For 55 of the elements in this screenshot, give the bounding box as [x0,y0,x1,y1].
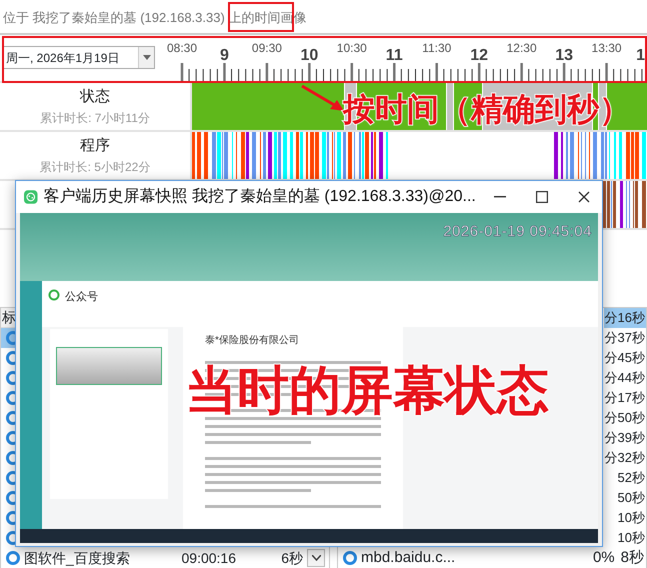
caret-icon [142,55,150,60]
table-cell[interactable]: 10秒 [616,528,646,548]
page-caption: 位于 我挖了秦始皇的墓 (192.168.3.33) 上的时间画像 [0,0,647,35]
date-dropdown[interactable]: 周一, 2026年1月19日 [2,46,155,69]
table-row[interactable]: mbd.baidu.c... 0% 8秒 [338,548,646,568]
time-label: 1 [636,47,645,64]
table-cell[interactable]: 10秒 [616,508,646,528]
table-cell[interactable]: 分44秒 [604,368,646,388]
table-cell[interactable]: 分16秒 [604,308,646,328]
table-cell[interactable]: 分37秒 [604,328,646,348]
table-cell[interactable]: 50秒 [616,488,646,508]
table-cell[interactable]: 分39秒 [604,428,646,448]
time-label: 12:30 [506,41,537,55]
app-icon [24,188,38,206]
timestamp: 2026-01-19 09:45:04 [443,222,592,242]
account-label: 公众号 [65,290,98,305]
table-cell[interactable]: 分50秒 [604,408,646,428]
app-icon [6,551,20,565]
annotation-text: 当时的屏幕状态 [185,365,549,417]
table-cell-text: 6秒 [281,548,303,568]
table-cell-text: 图软件_百度搜索 [24,548,131,568]
track-total: 累计时长: 7小时11分 [40,110,150,127]
time-label: 10:30 [336,41,367,55]
highlight-frame [228,2,294,32]
time-label: 11 [386,47,403,64]
table-cell[interactable]: 52秒 [616,468,646,488]
time-label: 13:30 [592,41,622,55]
table-cell[interactable]: 分17秒 [604,388,646,408]
table-cell-text: 8秒 [620,548,645,568]
time-label: 10 [300,47,318,64]
close-icon [578,191,590,203]
table-cell[interactable]: 分45秒 [604,348,646,368]
track-total: 累计时长: 5小时22分 [40,158,150,176]
site-icon [343,551,357,565]
table-cell-text: mbd.baidu.c... [361,548,456,568]
track-title: 状态 [80,87,110,108]
time-label: 13 [555,47,573,64]
table-cell-text: 09:00:16 [180,548,237,568]
table-cell[interactable]: 分32秒 [604,448,646,468]
window-title: 客户端历史屏幕快照 我挖了秦始皇的墓 (192.168.3.33)@20... [44,186,476,207]
maximize-icon [536,191,548,203]
time-label: 9 [220,47,229,64]
time-label: 11:30 [422,41,452,55]
article-title: 泰*保险股份有限公司 [205,334,300,348]
table-row[interactable]: 图软件_百度搜索 09:00:16 6秒 [1,548,329,568]
time-label: 12 [470,47,488,64]
table-cell-text: 0% [592,548,616,568]
column-header: 标 [1,308,16,328]
track-title: 程序 [80,136,110,156]
minimize-icon [494,196,506,198]
caret-icon [312,555,320,561]
logo-icon [48,289,60,301]
time-label: 09:30 [252,41,282,55]
dropdown-button[interactable] [307,549,325,567]
time-label: 08:30 [166,41,198,55]
